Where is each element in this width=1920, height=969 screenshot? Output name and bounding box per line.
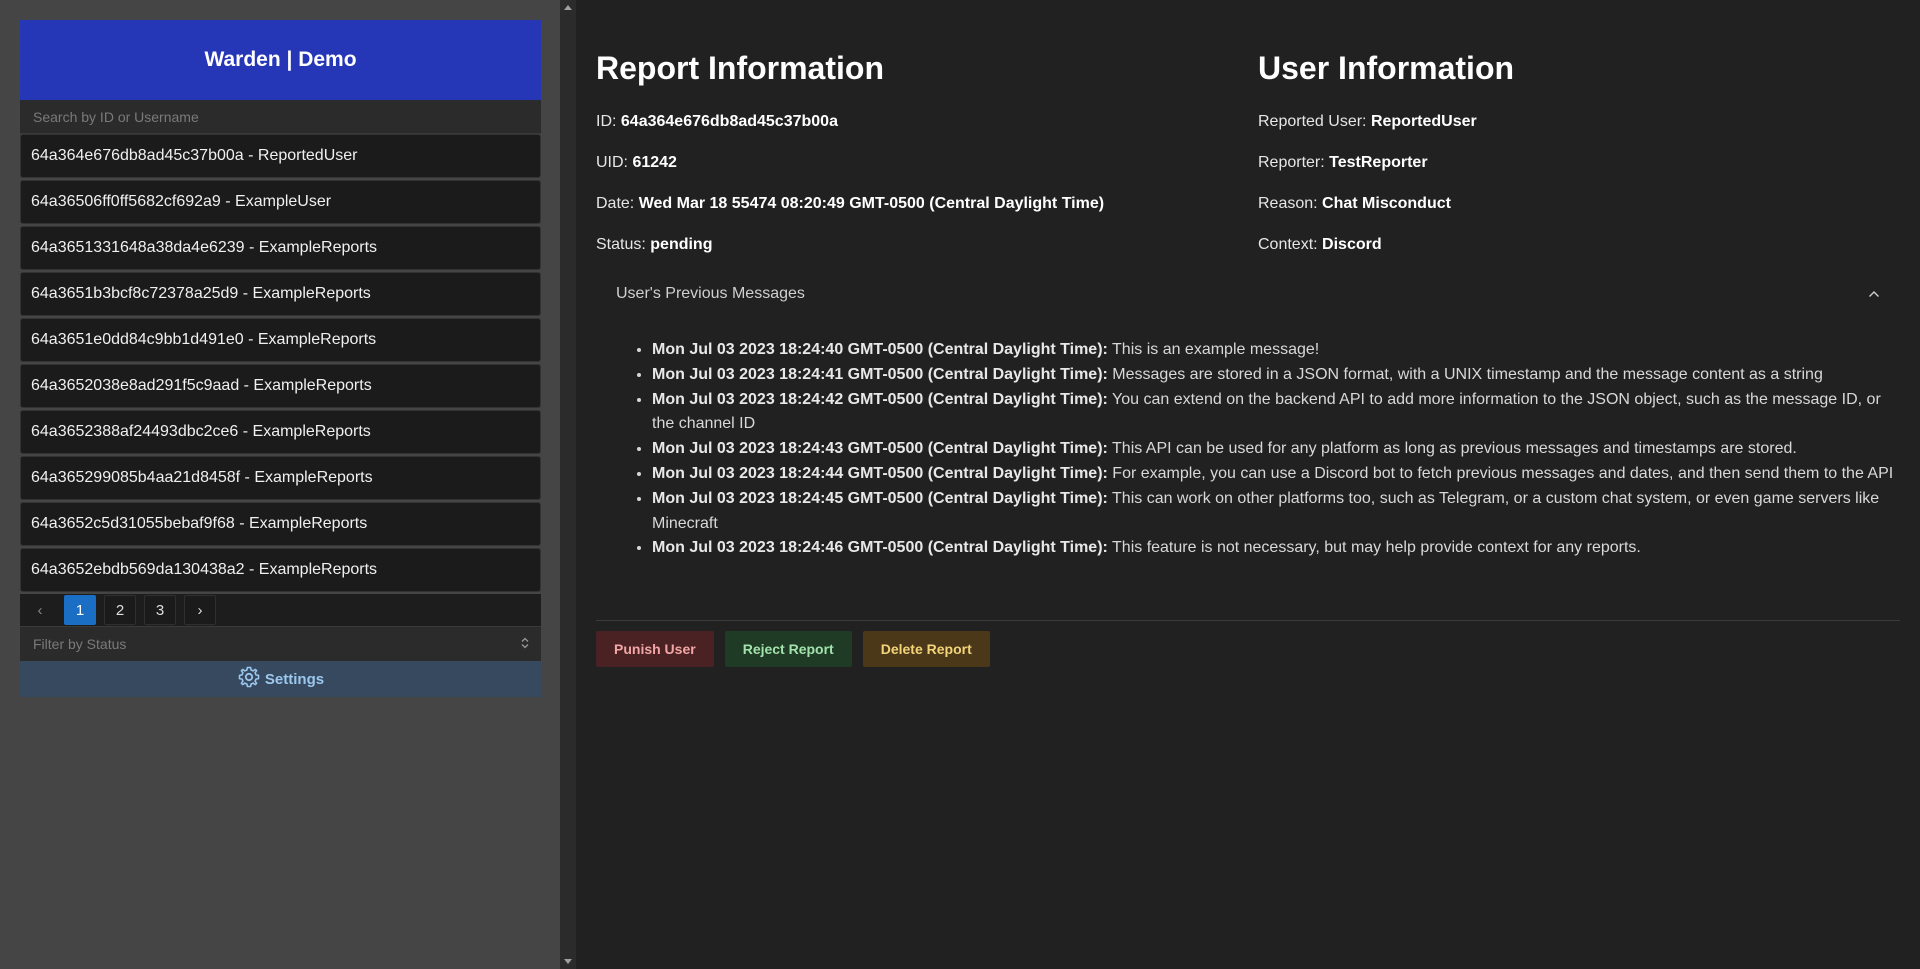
- search-bar: [20, 100, 541, 134]
- context-row: Context: Discord: [1258, 236, 1514, 255]
- report-uid-label: UID:: [596, 154, 628, 171]
- report-list-item[interactable]: 64a3651e0dd84c9bb1d491e0 - ExampleReport…: [20, 318, 541, 362]
- report-status-row: Status: pending: [596, 236, 1104, 255]
- previous-messages-list: Mon Jul 03 2023 18:24:40 GMT-0500 (Centr…: [596, 338, 1896, 561]
- message-item: Mon Jul 03 2023 18:24:43 GMT-0500 (Centr…: [652, 437, 1896, 462]
- message-item: Mon Jul 03 2023 18:24:46 GMT-0500 (Centr…: [652, 536, 1896, 561]
- message-timestamp: Mon Jul 03 2023 18:24:44 GMT-0500 (Centr…: [652, 464, 1108, 482]
- reason-label: Reason:: [1258, 195, 1318, 212]
- report-uid-row: UID: 61242: [596, 154, 1104, 173]
- context-label: Context:: [1258, 236, 1318, 253]
- reject-report-button[interactable]: Reject Report: [724, 631, 852, 667]
- message-timestamp: Mon Jul 03 2023 18:24:41 GMT-0500 (Centr…: [652, 365, 1108, 383]
- report-list-item[interactable]: 64a36506ff0ff5682cf692a9 - ExampleUser: [20, 180, 541, 224]
- status-filter-select[interactable]: Filter by Status: [20, 626, 541, 661]
- reported-user-value: ReportedUser: [1370, 113, 1477, 130]
- pagination: ‹ 1 2 3 ›: [20, 594, 541, 626]
- report-list-item[interactable]: 64a3651b3bcf8c72378a25d9 - ExampleReport…: [20, 272, 541, 316]
- next-page-button[interactable]: ›: [184, 595, 216, 625]
- report-list-item[interactable]: 64a3652c5d31055bebaf9f68 - ExampleReport…: [20, 502, 541, 546]
- divider: [596, 620, 1900, 621]
- message-item: Mon Jul 03 2023 18:24:42 GMT-0500 (Centr…: [652, 388, 1896, 438]
- gear-icon: [237, 665, 261, 693]
- previous-messages-accordion-header[interactable]: User's Previous Messages: [596, 274, 1900, 314]
- brand-title: Warden | Demo: [20, 20, 541, 100]
- report-detail: Report Information ID: 64a364e676db8ad45…: [596, 0, 1900, 969]
- report-information-title: Report Information: [596, 50, 884, 86]
- reason-row: Reason: Chat Misconduct: [1258, 195, 1514, 214]
- context-value: Discord: [1322, 236, 1382, 253]
- user-information-section: User Information Reported User: Reported…: [1258, 50, 1514, 277]
- reporter-row: Reporter: TestReporter: [1258, 154, 1514, 173]
- status-filter-placeholder: Filter by Status: [33, 636, 127, 652]
- message-item: Mon Jul 03 2023 18:24:41 GMT-0500 (Centr…: [652, 363, 1896, 388]
- delete-report-button[interactable]: Delete Report: [862, 631, 990, 667]
- message-item: Mon Jul 03 2023 18:24:40 GMT-0500 (Centr…: [652, 338, 1896, 363]
- reported-user-label: Reported User:: [1258, 113, 1367, 130]
- message-text: This API can be used for any platform as…: [1107, 440, 1797, 458]
- message-text: Messages are stored in a JSON format, wi…: [1107, 365, 1823, 383]
- left-panel: Warden | Demo 64a364e676db8ad45c37b00a -…: [0, 0, 560, 969]
- report-list-item[interactable]: 64a3651331648a38da4e6239 - ExampleReport…: [20, 226, 541, 270]
- message-text: This is an example message!: [1107, 341, 1320, 358]
- message-text: For example, you can use a Discord bot t…: [1107, 464, 1894, 482]
- settings-label: Settings: [264, 670, 325, 688]
- report-date-label: Date:: [596, 195, 635, 212]
- message-timestamp: Mon Jul 03 2023 18:24:40 GMT-0500 (Centr…: [652, 341, 1108, 358]
- report-id-label: ID:: [596, 113, 617, 130]
- report-list-item[interactable]: 64a3652388af24493dbc2ce6 - ExampleReport…: [20, 410, 541, 454]
- select-updown-icon: [521, 636, 529, 652]
- search-input[interactable]: [33, 108, 541, 125]
- scroll-down-arrow-icon[interactable]: [564, 959, 572, 964]
- report-uid-value: 61242: [632, 154, 677, 171]
- report-actions: Punish User Reject Report Delete Report: [596, 631, 990, 667]
- reported-user-row: Reported User: ReportedUser: [1258, 113, 1514, 132]
- message-timestamp: Mon Jul 03 2023 18:24:42 GMT-0500 (Centr…: [652, 390, 1108, 408]
- report-list-item[interactable]: 64a364e676db8ad45c37b00a - ReportedUser: [20, 134, 541, 178]
- report-list-item[interactable]: 64a3652ebdb569da130438a2 - ExampleReport…: [20, 548, 541, 592]
- report-list: 64a364e676db8ad45c37b00a - ReportedUser …: [20, 134, 541, 592]
- reporter-value: TestReporter: [1329, 154, 1428, 171]
- message-timestamp: Mon Jul 03 2023 18:24:46 GMT-0500 (Centr…: [652, 539, 1108, 557]
- message-timestamp: Mon Jul 03 2023 18:24:43 GMT-0500 (Centr…: [652, 440, 1108, 458]
- reporter-label: Reporter:: [1258, 154, 1325, 171]
- scrollbar[interactable]: [560, 0, 576, 969]
- report-date-value: Wed Mar 18 55474 08:20:49 GMT-0500 (Cent…: [638, 195, 1105, 212]
- report-list-item[interactable]: 64a3652038e8ad291f5c9aad - ExampleReport…: [20, 364, 541, 408]
- previous-messages-title: User's Previous Messages: [616, 285, 805, 302]
- punish-user-button[interactable]: Punish User: [596, 631, 714, 667]
- report-status-value: pending: [650, 236, 713, 253]
- page-button-2[interactable]: 2: [104, 595, 136, 625]
- message-text: This feature is not necessary, but may h…: [1107, 539, 1641, 557]
- user-information-title: User Information: [1258, 50, 1515, 86]
- report-date-row: Date: Wed Mar 18 55474 08:20:49 GMT-0500…: [596, 195, 1104, 214]
- report-id-value: 64a364e676db8ad45c37b00a: [620, 113, 838, 130]
- prev-page-button[interactable]: ‹: [24, 595, 56, 625]
- scroll-up-arrow-icon[interactable]: [564, 5, 572, 10]
- reason-value: Chat Misconduct: [1322, 195, 1451, 212]
- settings-button[interactable]: Settings: [20, 661, 541, 697]
- report-information-section: Report Information ID: 64a364e676db8ad45…: [596, 50, 1104, 277]
- page-button-3[interactable]: 3: [144, 595, 176, 625]
- chevron-up-icon: [1868, 285, 1880, 303]
- report-id-row: ID: 64a364e676db8ad45c37b00a: [596, 113, 1104, 132]
- page-button-1[interactable]: 1: [64, 595, 96, 625]
- report-list-item[interactable]: 64a365299085b4aa21d8458f - ExampleReport…: [20, 456, 541, 500]
- message-timestamp: Mon Jul 03 2023 18:24:45 GMT-0500 (Centr…: [652, 489, 1108, 507]
- message-item: Mon Jul 03 2023 18:24:44 GMT-0500 (Centr…: [652, 462, 1896, 487]
- report-status-label: Status:: [596, 236, 646, 253]
- message-item: Mon Jul 03 2023 18:24:45 GMT-0500 (Centr…: [652, 487, 1896, 537]
- report-sidebar: Warden | Demo 64a364e676db8ad45c37b00a -…: [20, 20, 541, 697]
